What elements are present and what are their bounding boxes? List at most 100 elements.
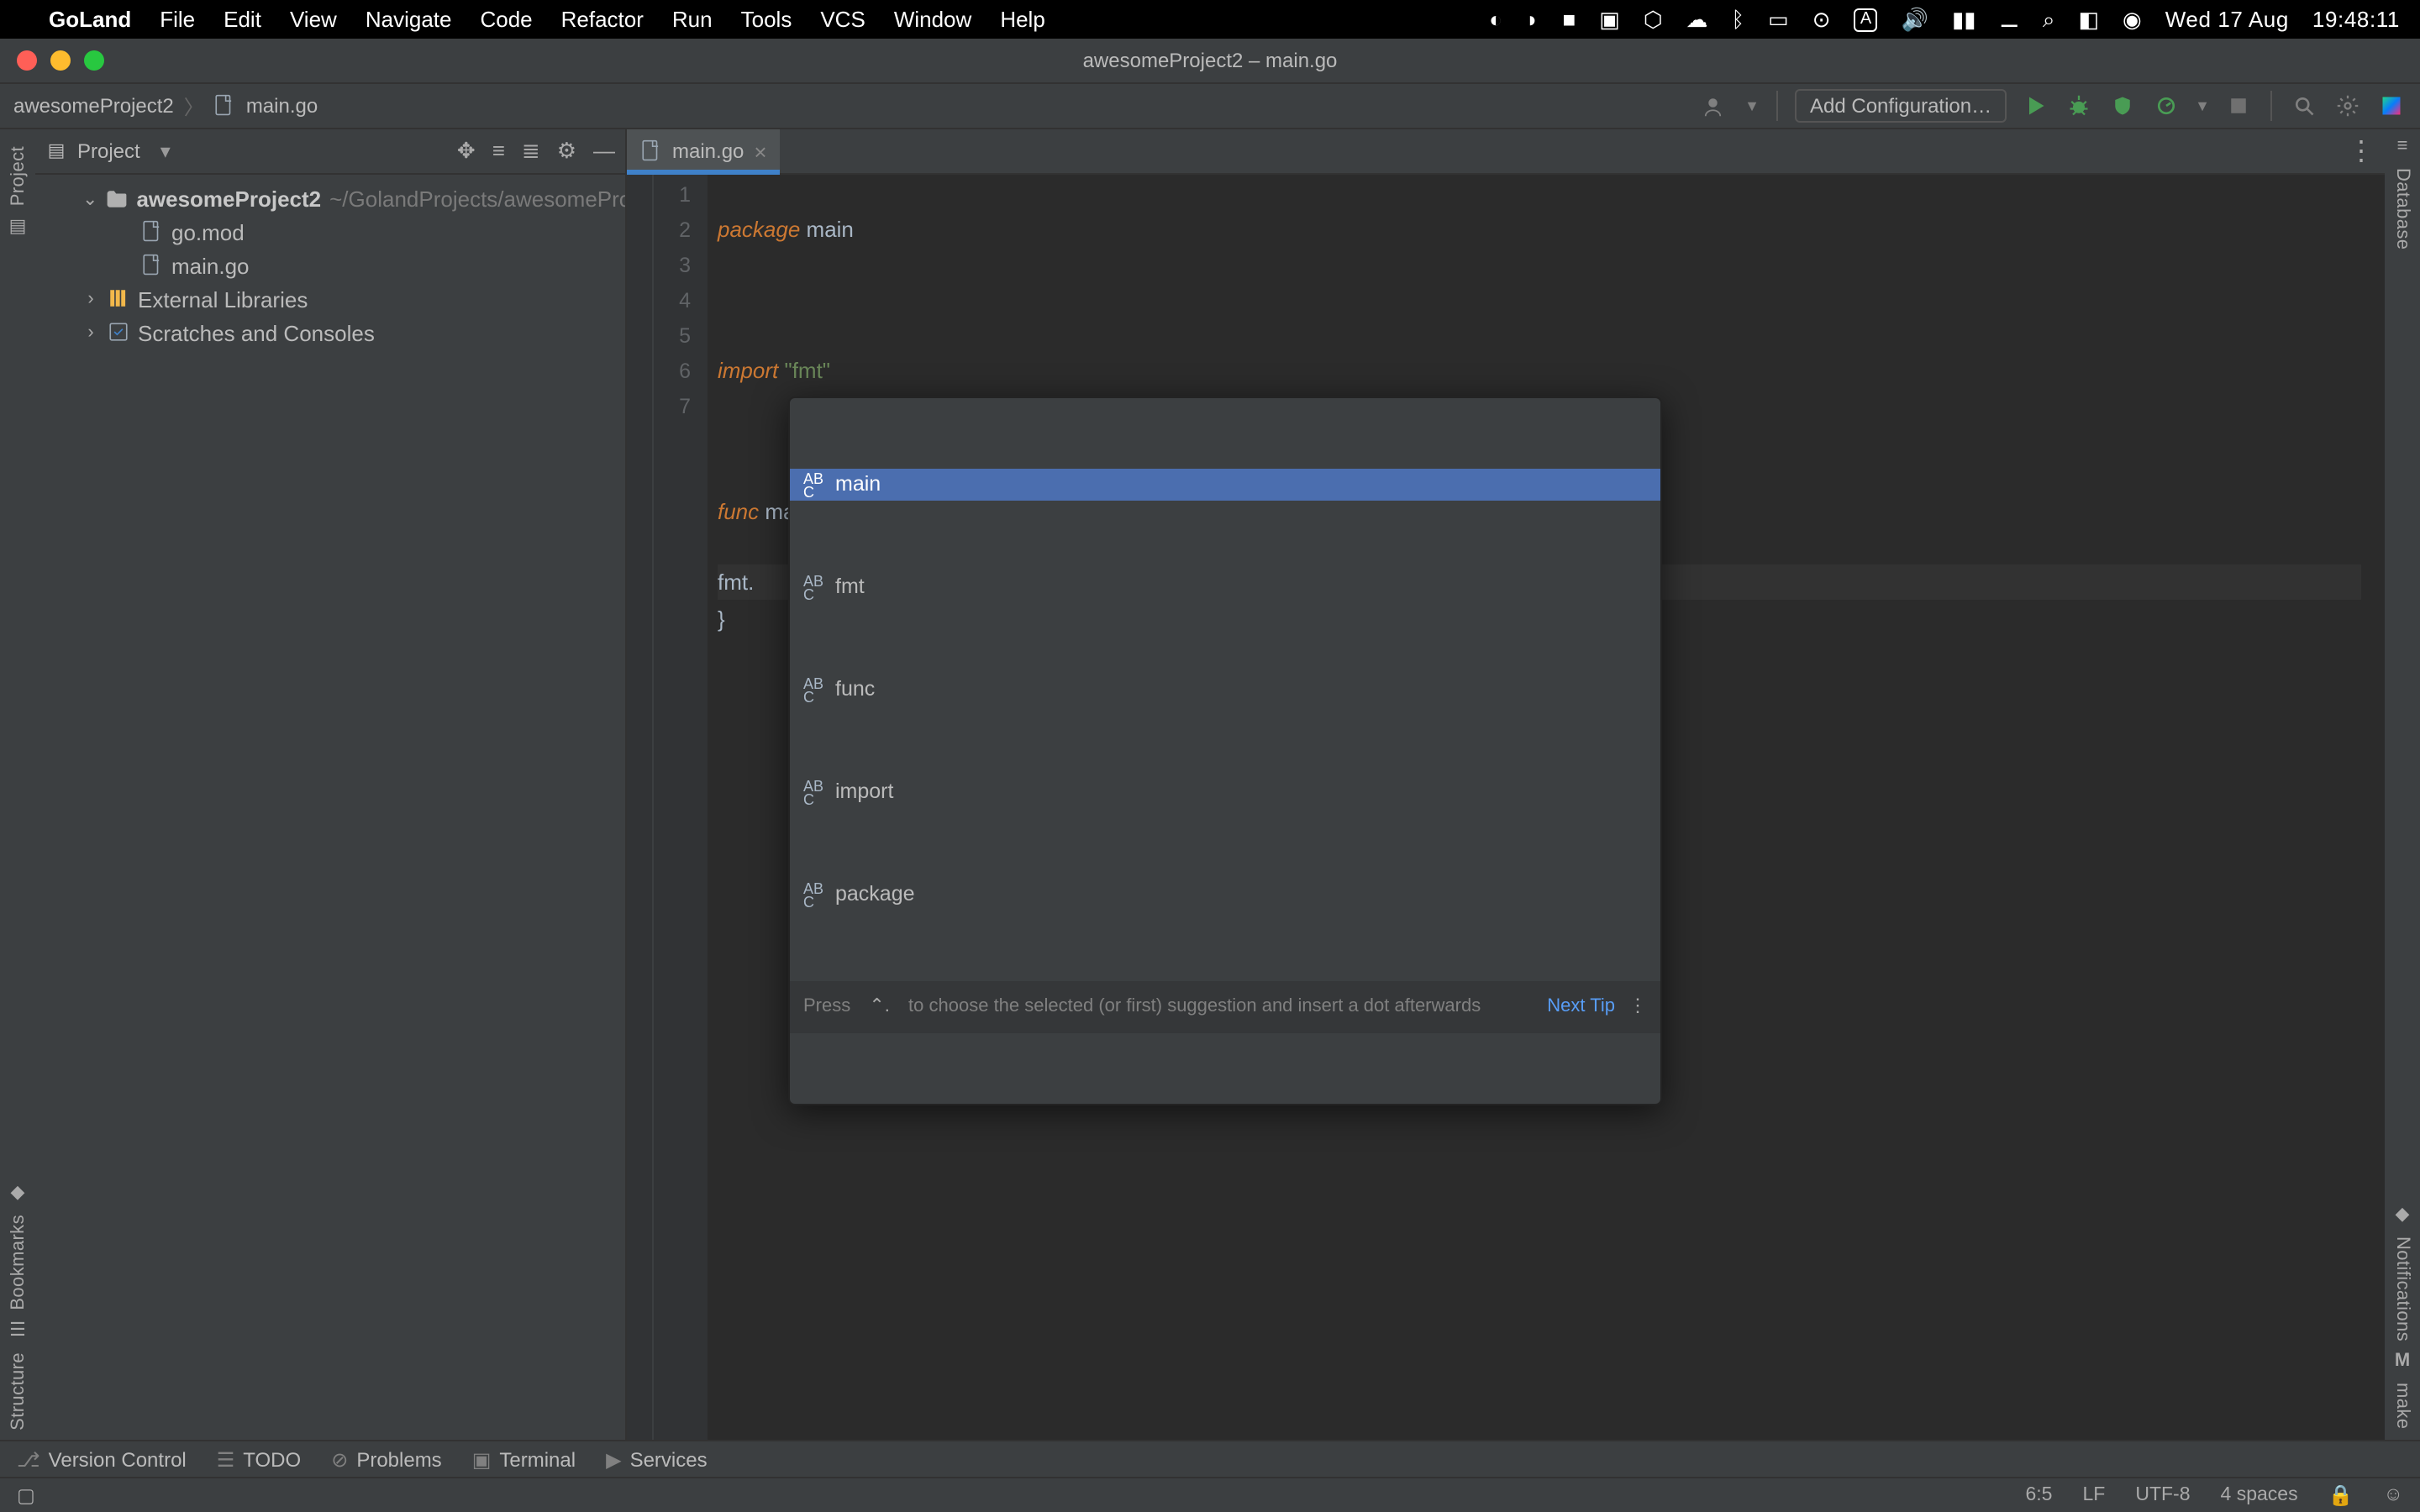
run-icon[interactable] (2020, 91, 2050, 121)
menu-refactor[interactable]: Refactor (561, 7, 644, 32)
code-with-me-icon[interactable] (1701, 91, 1731, 121)
search-everywhere-icon[interactable] (2289, 91, 2319, 121)
completion-item[interactable]: ABC package (790, 879, 1660, 911)
tray-camera-icon[interactable]: ■ (1563, 7, 1576, 32)
hide-panel-icon[interactable]: — (593, 138, 615, 165)
status-indent[interactable]: 4 spaces (2221, 1485, 2298, 1505)
breadcrumb-project[interactable]: awesomeProject2 (13, 94, 174, 118)
status-line-ending[interactable]: LF (2083, 1485, 2106, 1505)
chevron-down-icon[interactable]: ⌄ (82, 187, 97, 209)
tray-battery-icon[interactable]: ▮▮ (1952, 6, 1976, 33)
tray-control-center-icon[interactable]: ◧ (2078, 6, 2099, 33)
tray-hex-icon[interactable]: ⬡ (1644, 6, 1663, 33)
menubar-time[interactable]: 19:48:11 (2312, 7, 2400, 32)
bottom-tool-bar: ⎇ Version Control ☰ TODO ⊘ Problems ▣ Te… (0, 1440, 2420, 1477)
status-inspections-icon[interactable]: ☺ (2384, 1485, 2404, 1505)
select-opened-file-icon[interactable]: ✥ (457, 138, 476, 165)
tray-display-icon[interactable]: ▭ (1768, 6, 1789, 33)
tool-database[interactable]: Database (2392, 168, 2412, 249)
tree-file-gomod[interactable]: go.mod (35, 215, 625, 249)
version-control-tool[interactable]: ⎇ Version Control (17, 1447, 187, 1471)
chevron-down-icon[interactable]: ▾ (160, 139, 171, 163)
tray-screens-icon[interactable]: ▣ (1599, 6, 1620, 33)
profile-icon[interactable] (2151, 91, 2181, 121)
minimize-window-button[interactable] (50, 50, 71, 71)
menu-run[interactable]: Run (672, 7, 713, 32)
editor-scrollbar[interactable] (2361, 175, 2385, 1440)
tree-file-main[interactable]: main.go (35, 249, 625, 282)
zoom-window-button[interactable] (84, 50, 104, 71)
terminal-tool[interactable]: ▣ Terminal (472, 1447, 576, 1471)
tab-main-go[interactable]: main.go × (627, 129, 781, 173)
completion-item[interactable]: ABC import (790, 776, 1660, 808)
completion-item[interactable]: ABC func (790, 674, 1660, 706)
tool-make[interactable]: make (2392, 1383, 2412, 1430)
completion-item[interactable]: ABC main (790, 469, 1660, 501)
code-editor[interactable]: package main import "fmt" func main(){ f… (708, 175, 2361, 1440)
completion-label: fmt (835, 570, 865, 605)
panel-settings-icon[interactable]: ⚙ (557, 138, 576, 165)
menubar-date[interactable]: Wed 17 Aug (2165, 7, 2289, 32)
tree-root-folder[interactable]: ⌄ awesomeProject2 ~/GolandProjects/aweso… (35, 181, 625, 215)
todo-label: TODO (243, 1447, 301, 1471)
menubar-app-name[interactable]: GoLand (49, 7, 131, 32)
coverage-icon[interactable] (2107, 91, 2138, 121)
tray-app-icon[interactable]: ◐ (1489, 7, 1502, 32)
next-tip-link[interactable]: Next Tip (1547, 990, 1615, 1025)
popup-menu-icon[interactable]: ⋮ (1628, 990, 1647, 1025)
tree-external-libs[interactable]: › External Libraries (35, 282, 625, 316)
jetbrains-toolbox-icon[interactable] (2376, 91, 2407, 121)
problems-tool[interactable]: ⊘ Problems (331, 1447, 442, 1471)
tray-wifi-icon[interactable]: ⚊ (2000, 6, 2019, 33)
menu-tools[interactable]: Tools (741, 7, 792, 32)
collapse-all-icon[interactable]: ≣ (522, 138, 540, 165)
status-caret-position[interactable]: 6:5 (2026, 1485, 2053, 1505)
settings-icon[interactable] (2333, 91, 2363, 121)
tray-input-icon[interactable]: A (1854, 8, 1878, 31)
menu-view[interactable]: View (290, 7, 337, 32)
tool-project[interactable]: Project (8, 146, 28, 206)
stop-icon[interactable] (2223, 91, 2254, 121)
tray-cloud-icon[interactable]: ☁ (1686, 6, 1708, 33)
status-hide-toolwindows-icon[interactable]: ▢ (17, 1483, 35, 1507)
close-window-button[interactable] (17, 50, 37, 71)
close-tab-icon[interactable]: × (754, 139, 766, 164)
tray-volume-icon[interactable]: 🔊 (1902, 6, 1928, 33)
menu-window[interactable]: Window (894, 7, 972, 32)
project-panel-title[interactable]: Project (77, 139, 140, 163)
chevron-down-icon[interactable]: ▼ (2195, 97, 2210, 114)
lock-icon[interactable]: 🔒 (2328, 1483, 2354, 1507)
add-configuration-button[interactable]: Add Configuration… (1795, 89, 2007, 123)
chevron-right-icon[interactable]: › (82, 289, 99, 309)
line-number: 2 (654, 213, 691, 249)
folder-icon: ▤ (7, 216, 29, 238)
todo-tool[interactable]: ☰ TODO (217, 1447, 301, 1471)
tray-app-icon[interactable]: ◗ (1526, 7, 1539, 32)
completion-item[interactable]: ABC fmt (790, 571, 1660, 603)
tree-scratches[interactable]: › Scratches and Consoles (35, 316, 625, 349)
menu-vcs[interactable]: VCS (820, 7, 865, 32)
menu-edit[interactable]: Edit (224, 7, 261, 32)
services-tool[interactable]: ▶ Services (606, 1447, 708, 1471)
menu-help[interactable]: Help (1000, 7, 1045, 32)
status-encoding[interactable]: UTF-8 (2135, 1485, 2190, 1505)
expand-all-icon[interactable]: ≡ (492, 138, 505, 165)
menu-code[interactable]: Code (480, 7, 532, 32)
chevron-right-icon[interactable]: › (82, 323, 99, 343)
line-number: 1 (654, 178, 691, 213)
project-tree[interactable]: ⌄ awesomeProject2 ~/GolandProjects/aweso… (35, 175, 625, 1440)
tool-notifications[interactable]: Notifications (2392, 1236, 2412, 1341)
chevron-down-icon[interactable]: ▼ (1744, 97, 1760, 114)
debug-icon[interactable] (2064, 91, 2094, 121)
line6-text: fmt. (718, 570, 754, 595)
tool-structure[interactable]: Structure (8, 1352, 28, 1430)
tray-bluetooth-icon[interactable]: ᛒ (1732, 7, 1745, 32)
tabs-menu-icon[interactable]: ⋮ (2348, 129, 2375, 173)
tray-search-icon[interactable]: ⌕ (2043, 6, 2055, 33)
menu-navigate[interactable]: Navigate (366, 7, 452, 32)
menu-file[interactable]: File (160, 7, 195, 32)
breadcrumb-file[interactable]: main.go (246, 94, 318, 118)
tray-play-icon[interactable]: ⊙ (1812, 6, 1831, 33)
tray-siri-icon[interactable]: ◉ (2123, 6, 2142, 33)
tool-bookmarks[interactable]: Bookmarks (8, 1214, 28, 1310)
